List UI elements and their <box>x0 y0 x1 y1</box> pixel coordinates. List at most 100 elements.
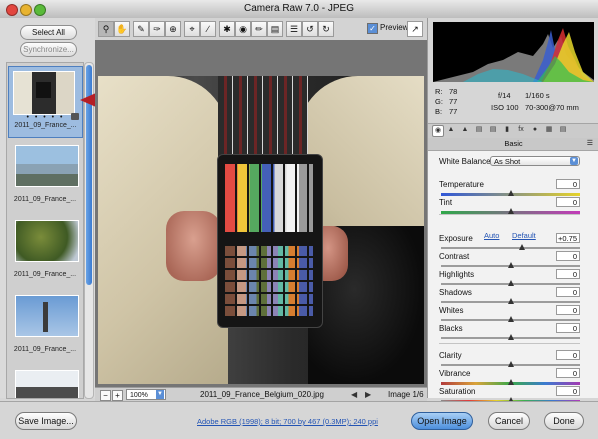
thumbnail-list: • • • • • 2011_09_France_... 2011_09_Fra… <box>6 62 84 399</box>
g-value: 77 <box>449 97 458 106</box>
tint-value-field[interactable]: 0 <box>556 197 580 207</box>
exposure-value-field[interactable]: +0.75 <box>556 233 580 243</box>
adjustment-brush-icon[interactable]: ✏ <box>251 21 267 37</box>
tab-basic[interactable]: ◉ <box>432 125 444 137</box>
vibrance-value-field[interactable]: 0 <box>556 368 580 378</box>
auto-link[interactable]: Auto <box>484 231 499 240</box>
open-image-button[interactable]: Open Image <box>411 412 473 430</box>
slider-knob[interactable] <box>518 244 525 250</box>
thumbnail-image <box>15 295 79 337</box>
tab-split-toning[interactable]: ▤ <box>488 125 498 135</box>
highlights-slider[interactable] <box>441 280 580 286</box>
tab-snapshots[interactable]: ▤ <box>558 125 568 135</box>
tab-effects[interactable]: fx <box>516 125 526 135</box>
white-balance-icon[interactable]: ✎ <box>133 21 149 37</box>
target-adjust-icon[interactable]: ⊕ <box>165 21 181 37</box>
tab-presets[interactable]: ▦ <box>544 125 554 135</box>
whites-value-field[interactable]: 0 <box>556 305 580 315</box>
slider-knob[interactable] <box>507 262 514 268</box>
red-eye-icon[interactable]: ◉ <box>235 21 251 37</box>
color-sampler-icon[interactable]: ✑ <box>149 21 165 37</box>
r-label: R: <box>435 87 443 96</box>
tab-tone-curve[interactable]: ▲ <box>446 125 456 135</box>
title-bar: Camera Raw 7.0 - JPEG <box>0 0 598 19</box>
minimize-window-button[interactable] <box>20 4 32 16</box>
shadows-value-field[interactable]: 0 <box>556 287 580 297</box>
slider-knob[interactable] <box>507 298 514 304</box>
slider-knob[interactable] <box>507 361 514 367</box>
slider-label-saturation: Saturation <box>439 387 476 396</box>
vibrance-slider[interactable] <box>441 379 580 385</box>
tab-lens-corrections[interactable]: ▮ <box>502 125 512 135</box>
synchronize-button[interactable]: Synchronize... <box>20 42 77 57</box>
panel-menu-icon[interactable]: ☰ <box>587 138 593 150</box>
done-button[interactable]: Done <box>544 412 584 430</box>
white-balance-select[interactable]: As Shot ▼ <box>490 156 580 166</box>
slider-knob[interactable] <box>507 190 514 196</box>
previous-image-icon[interactable]: ◀ <box>351 390 357 399</box>
straighten-icon[interactable]: ∕ <box>200 21 216 37</box>
zoom-out-button[interactable]: − <box>100 390 111 401</box>
pixel-readout: R: 78 G: 77 B: 77 f/14 1/160 s ISO 100 7… <box>433 87 594 121</box>
contrast-slider[interactable] <box>441 262 580 268</box>
preview-checkbox[interactable]: ✓ <box>367 23 378 34</box>
rotate-cw-icon[interactable]: ↻ <box>318 21 334 37</box>
b-value: 77 <box>449 107 458 116</box>
zoom-icon[interactable]: ⚲ <box>98 21 114 37</box>
blacks-slider[interactable] <box>441 334 580 340</box>
thumbnail-item-2[interactable]: 2011_09_France_... <box>10 141 80 211</box>
image-canvas[interactable] <box>95 40 427 387</box>
select-all-button[interactable]: Select All <box>20 25 77 40</box>
panel-title-text: Basic <box>504 139 523 148</box>
slider-knob[interactable] <box>507 379 514 385</box>
next-image-icon[interactable]: ▶ <box>365 390 371 399</box>
slider-knob[interactable] <box>507 316 514 322</box>
slider-knob[interactable] <box>507 334 514 340</box>
preferences-icon[interactable]: ☰ <box>286 21 302 37</box>
thumbnail-item-4[interactable]: 2011_09_France_... <box>10 291 80 361</box>
graduated-filter-icon[interactable]: ▤ <box>267 21 283 37</box>
spot-removal-icon[interactable]: ✱ <box>219 21 235 37</box>
clarity-slider[interactable] <box>441 361 580 367</box>
tab-camera-calibration[interactable]: ● <box>530 125 540 135</box>
save-image-button[interactable]: Save Image... <box>15 412 77 430</box>
saturation-value-field[interactable]: 0 <box>556 386 580 396</box>
thumbnail-image <box>15 220 79 262</box>
slider-knob[interactable] <box>507 280 514 286</box>
lens: 70-300@70 mm <box>525 103 579 112</box>
thumbnail-item-1[interactable]: • • • • • 2011_09_France_... <box>8 66 83 138</box>
crop-icon[interactable]: ⌖ <box>184 21 200 37</box>
r-value: 78 <box>449 87 458 96</box>
temperature-value-field[interactable]: 0 <box>556 179 580 189</box>
highlights-value-field[interactable]: 0 <box>556 269 580 279</box>
default-link[interactable]: Default <box>512 231 536 240</box>
iso: ISO 100 <box>491 103 519 112</box>
zoom-window-button[interactable] <box>34 4 46 16</box>
exposure-slider[interactable] <box>441 244 580 250</box>
current-filename: 2011_09_France_Belgium_020.jpg <box>200 390 324 399</box>
thumbnail-item-3[interactable]: 2011_09_France_... <box>10 216 80 286</box>
blacks-value-field[interactable]: 0 <box>556 323 580 333</box>
thumbnail-image <box>15 145 79 187</box>
slider-label-tint: Tint <box>439 198 453 207</box>
contrast-value-field[interactable]: 0 <box>556 251 580 261</box>
thumbnail-item-5[interactable] <box>10 366 80 398</box>
shadows-slider[interactable] <box>441 298 580 304</box>
rotate-ccw-icon[interactable]: ↺ <box>302 21 318 37</box>
tab-detail[interactable]: ▲ <box>460 125 470 135</box>
workflow-options-link[interactable]: Adobe RGB (1998); 8 bit; 700 by 467 (0.3… <box>197 417 378 426</box>
zoom-level-select[interactable]: 100% ▼ <box>126 389 166 400</box>
temperature-slider[interactable] <box>441 190 580 196</box>
clarity-value-field[interactable]: 0 <box>556 350 580 360</box>
close-window-button[interactable] <box>6 4 18 16</box>
hand-icon[interactable]: ✋ <box>114 21 130 37</box>
cancel-button[interactable]: Cancel <box>488 412 530 430</box>
fullscreen-icon[interactable]: ↗ <box>407 21 423 37</box>
zoom-in-button[interactable]: + <box>112 390 123 401</box>
whites-slider[interactable] <box>441 316 580 322</box>
tab-hsl[interactable]: ▤ <box>474 125 484 135</box>
histogram-graph <box>433 28 594 82</box>
filmstrip-scrollbar[interactable] <box>84 62 94 399</box>
basic-settings: White Balance: As Shot ▼ Temperature 0 Tin… <box>428 151 598 403</box>
thumbnail-image <box>15 370 79 398</box>
